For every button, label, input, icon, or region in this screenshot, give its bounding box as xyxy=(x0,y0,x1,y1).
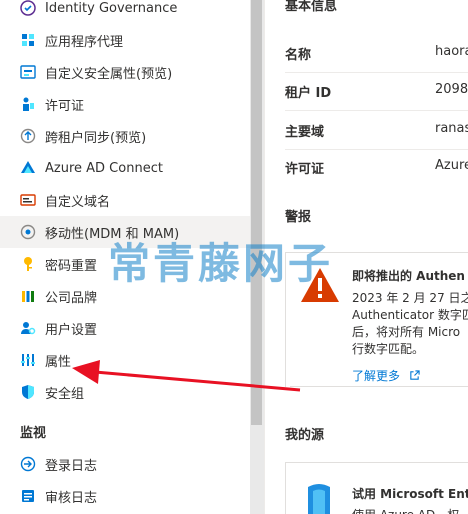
learn-more-label: 了解更多 xyxy=(352,369,401,383)
primary-domain-value: ranas xyxy=(435,121,468,136)
watermark: 常青藤网子 xyxy=(108,239,334,288)
azure-ad-connect-icon xyxy=(20,160,36,176)
app-proxy-icon xyxy=(20,32,36,48)
nav-label: 公司品牌 xyxy=(45,290,98,306)
identity-governance-icon xyxy=(20,0,36,16)
nav-label: 跨租户同步(预览) xyxy=(45,130,147,146)
row-divider xyxy=(285,110,468,111)
nav-item-identity-governance[interactable]: Identity Governance xyxy=(0,0,250,24)
nav-item-app-proxy[interactable]: 应用程序代理 xyxy=(0,24,250,56)
alert-line: 行数字匹配。 xyxy=(352,342,425,356)
nav-label: 登录日志 xyxy=(45,458,98,474)
row-divider xyxy=(285,72,468,73)
nav-item-custom-security-attributes[interactable]: 自定义安全属性(预览) xyxy=(0,56,250,88)
cross-tenant-sync-icon xyxy=(20,128,36,144)
feed-card[interactable]: 试用 Microsoft Ent 使用 Azure AD，权 xyxy=(285,462,468,514)
security-shield-icon xyxy=(20,384,36,400)
my-feed-title: 我的源 xyxy=(285,428,325,443)
custom-security-attributes-icon xyxy=(20,64,36,80)
nav-label: 安全组 xyxy=(45,386,85,402)
nav-label: Azure AD Connect xyxy=(45,160,163,176)
nav-label: 属性 xyxy=(45,354,72,370)
alert-line: 2023 年 2 月 27 日之 xyxy=(352,291,468,305)
nav-item-licenses[interactable]: 许可证 xyxy=(0,88,250,120)
nav-label: 审核日志 xyxy=(45,490,98,506)
nav-label: Identity Governance xyxy=(45,0,178,16)
licenses-icon xyxy=(20,96,36,112)
feed-card-title: 试用 Microsoft Ent xyxy=(352,487,468,501)
properties-icon xyxy=(20,352,36,368)
nav-item-security[interactable]: 安全组 xyxy=(0,376,250,408)
company-branding-icon xyxy=(20,288,36,304)
custom-domain-icon xyxy=(20,192,36,208)
nav-label: 许可证 xyxy=(45,98,85,114)
nav-label: 自定义域名 xyxy=(45,194,111,210)
learn-more-link[interactable]: 了解更多 xyxy=(352,367,420,384)
alert-line: Authenticator 数字匹 xyxy=(352,308,468,322)
nav-item-user-settings[interactable]: 用户设置 xyxy=(0,312,250,344)
nav-item-audit-logs[interactable]: 审核日志 xyxy=(0,480,250,512)
primary-domain-label: 主要域 xyxy=(285,125,325,140)
nav-label: 自定义安全属性(预览) xyxy=(45,66,173,82)
name-label: 名称 xyxy=(285,48,312,63)
mobility-icon xyxy=(20,224,36,240)
nav-item-sign-in-logs[interactable]: 登录日志 xyxy=(0,448,250,480)
row-divider xyxy=(285,149,468,150)
feed-card-subtitle: 使用 Azure AD，权 xyxy=(352,506,459,514)
audit-logs-icon xyxy=(20,488,36,504)
sign-in-logs-icon xyxy=(20,456,36,472)
alert-title: 即将推出的 Authen xyxy=(352,269,465,283)
nav-section-monitor: 监视 xyxy=(20,426,47,441)
tenant-id-label: 租户 ID xyxy=(285,86,332,101)
nav-label: 应用程序代理 xyxy=(45,34,124,50)
name-value: haora xyxy=(435,44,468,59)
alerts-title: 警报 xyxy=(285,210,312,225)
nav-item-custom-domain[interactable]: 自定义域名 xyxy=(0,184,250,216)
entra-logo-icon xyxy=(308,484,330,514)
nav-item-azure-ad-connect[interactable]: Azure AD Connect xyxy=(0,152,250,184)
alert-line: 后，将对所有 Micro xyxy=(352,325,461,339)
nav-item-cross-tenant-sync[interactable]: 跨租户同步(预览) xyxy=(0,120,250,152)
user-settings-icon xyxy=(20,320,36,336)
nav-label: 密码重置 xyxy=(45,258,98,274)
nav-item-properties[interactable]: 属性 xyxy=(0,344,250,376)
password-reset-icon xyxy=(20,256,36,272)
license-label: 许可证 xyxy=(285,162,325,177)
basic-info-title: 基本信息 xyxy=(285,0,338,14)
nav-scrollbar-thumb[interactable] xyxy=(251,0,262,425)
tenant-id-value: 2098f xyxy=(435,82,468,97)
nav-label: 用户设置 xyxy=(45,322,98,338)
external-link-icon xyxy=(410,370,420,380)
license-value: Azure xyxy=(435,158,468,173)
